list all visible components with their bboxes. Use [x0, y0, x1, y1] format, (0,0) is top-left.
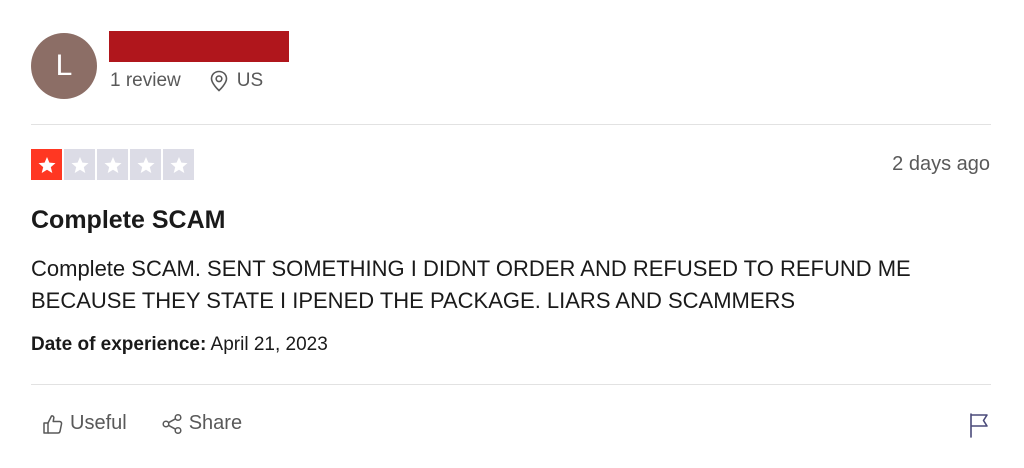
review-actions: Useful Share: [42, 412, 242, 435]
star-rating: [31, 149, 194, 180]
review-count: 1 review: [110, 70, 181, 91]
review-title[interactable]: Complete SCAM: [31, 206, 225, 235]
avatar[interactable]: L: [31, 33, 97, 99]
review-body: Complete SCAM. SENT SOMETHING I DIDNT OR…: [31, 256, 911, 313]
share-label: Share: [188, 412, 243, 434]
share-button[interactable]: Share: [161, 412, 242, 435]
reviewer-location: US: [209, 70, 263, 92]
divider: [31, 384, 991, 385]
date-of-experience: Date of experience: April 21, 2023: [31, 334, 328, 356]
star-icon: [97, 149, 128, 180]
avatar-initial: L: [55, 49, 73, 82]
location-text: US: [236, 70, 264, 91]
location-pin-icon: [210, 70, 228, 92]
divider: [31, 124, 991, 125]
review-card: L 1 review US 2 days ago Complete SCAM C…: [0, 0, 1024, 468]
experience-date: April 21, 2023: [210, 334, 328, 355]
star-icon: [130, 149, 161, 180]
star-icon: [31, 149, 62, 180]
review-date: 2 days ago: [892, 153, 990, 175]
star-icon: [64, 149, 95, 180]
useful-label: Useful: [70, 412, 127, 434]
reviewer-name-redacted[interactable]: [109, 31, 289, 62]
report-button[interactable]: [968, 412, 990, 443]
share-icon: [162, 413, 182, 434]
star-icon: [163, 149, 194, 180]
flag-icon: [970, 413, 988, 438]
useful-button[interactable]: Useful: [42, 412, 127, 435]
reviewer-meta: 1 review US: [110, 70, 263, 92]
thumbs-up-icon: [43, 414, 63, 434]
experience-label: Date of experience:: [31, 334, 207, 355]
